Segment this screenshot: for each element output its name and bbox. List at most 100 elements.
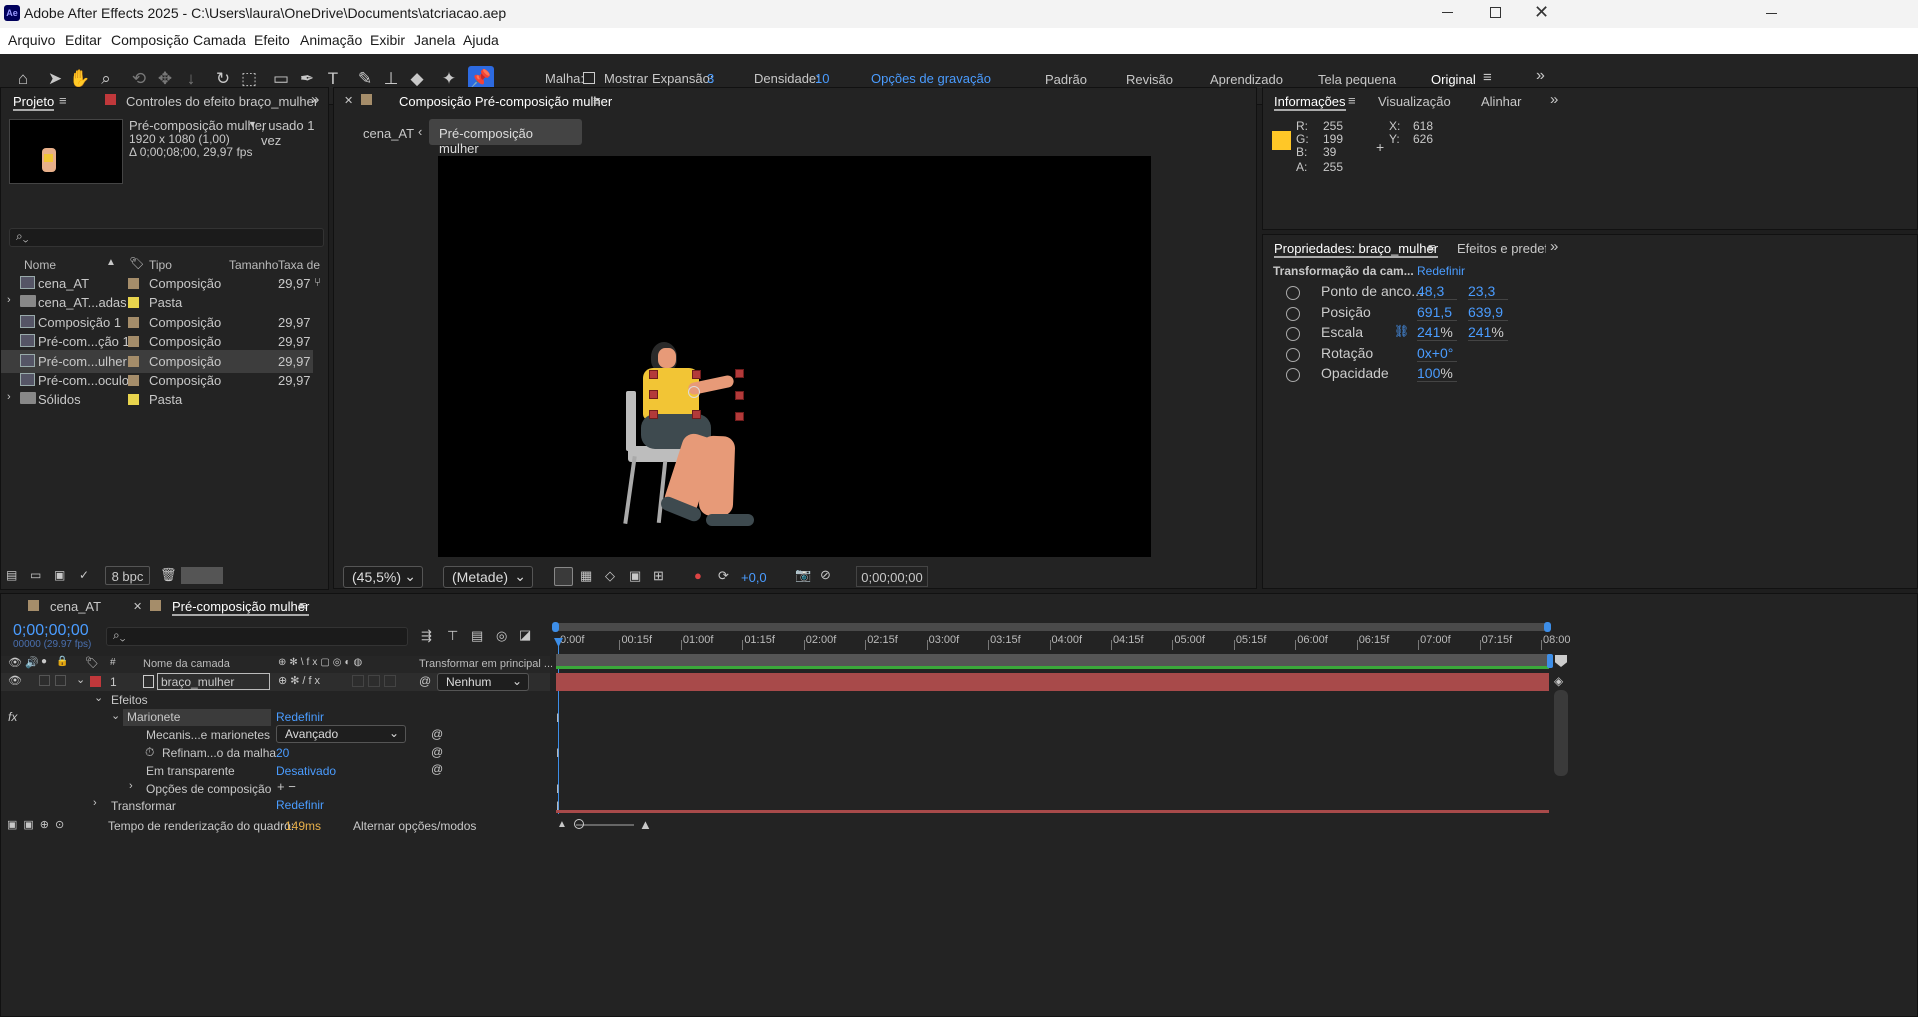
menu-exibir[interactable]: Exibir [370,32,405,48]
comp-options-expand-icon[interactable]: › [129,780,133,792]
tab-effects-presets[interactable]: Efeitos e predefini [1457,241,1546,256]
work-area-bar[interactable] [554,623,1549,631]
reset-exposure-icon[interactable]: ⟳ [718,568,729,584]
more-panels-icon[interactable]: » [1550,91,1558,108]
layer-expand-icon[interactable]: ⌄ [76,673,85,686]
item-dropdown-icon[interactable]: ▼ [248,119,257,129]
expand-arrow-icon[interactable]: › [7,294,11,306]
transform-section-label[interactable]: Transformação da cam... [1273,264,1414,278]
col-type[interactable]: Tipo [149,258,172,272]
range-end-handle[interactable] [1547,654,1553,668]
expand-arrow-icon[interactable]: › [7,391,11,403]
tab-preview[interactable]: Visualização [1378,94,1451,109]
project-row[interactable]: › Sólidos Pasta [1,388,313,411]
more-workspaces-icon[interactable]: » [1536,67,1545,85]
keyframe-marker[interactable]: I [556,711,559,725]
workspace-revisao[interactable]: Revisão [1126,72,1173,87]
adjust-icon[interactable]: ✓ [79,568,89,582]
new-comp-icon[interactable]: ▣ [54,568,65,582]
label-column-icon[interactable]: 🏷 [129,256,144,270]
puppet-expand-icon[interactable]: ⌄ [111,709,120,722]
menu-ajuda[interactable]: Ajuda [463,32,499,48]
comp-viewer[interactable] [438,156,1151,557]
label-color[interactable] [128,375,139,386]
property-value[interactable]: 23,3 [1468,283,1508,300]
menu-camada[interactable]: Camada [193,32,246,48]
layer-switches[interactable]: ⊕✻/fx [278,674,323,687]
parent-dropdown[interactable]: Nenhum ⌄ [437,673,529,691]
shy-layers-icon[interactable]: ▤ [471,628,483,644]
keyframe-marker[interactable]: I [556,746,559,760]
transform-expand-icon[interactable]: › [93,797,97,809]
project-item-name[interactable]: Pré-composição mulher [129,118,266,133]
label-col-icon[interactable]: 🏷 [85,656,99,669]
keyframe-marker[interactable]: I [556,799,559,813]
sort-asc-icon[interactable]: ▲ [106,257,116,268]
expression-icon[interactable]: @ [431,745,443,759]
puppet-pin[interactable] [735,391,744,400]
resolution-dropdown[interactable]: (Metade) ⌄ [443,566,533,588]
transparent-value[interactable]: Desativado [276,764,336,778]
workspace-menu-icon[interactable]: ≡ [1483,69,1492,86]
bpc-button[interactable]: 8 bpc [105,566,150,585]
close-button[interactable]: ✕ [1534,2,1549,23]
switch-box[interactable] [368,675,380,687]
menu-arquivo[interactable]: Arquivo [8,32,55,48]
stopwatch-icon[interactable] [1286,368,1300,382]
zoom-out-icon[interactable]: ▲ [557,819,567,830]
comp-menu-icon[interactable]: ≡ [593,93,601,108]
breadcrumb-parent[interactable]: cena_AT [363,126,414,141]
zoom-slider-knob[interactable] [574,819,584,829]
tab-align[interactable]: Alinhar [1481,94,1521,109]
layer-label-color[interactable] [90,676,101,687]
effects-expand-icon[interactable]: ⌄ [94,691,103,704]
frame-blending-icon[interactable]: ◎ [496,628,507,644]
new-folder-icon[interactable]: ▭ [30,568,41,582]
draft-3d-icon[interactable]: ⊤ [447,628,458,644]
puppet-pin[interactable] [649,390,658,399]
transform-label[interactable]: Transformar [111,799,176,813]
menu-efeito[interactable]: Efeito [254,32,290,48]
puppet-pin[interactable] [735,412,744,421]
expression-icon[interactable]: @ [431,727,443,741]
pickwhip-icon[interactable]: @ [419,674,431,688]
label-color[interactable] [128,316,139,328]
visibility-icon[interactable]: 👁 [8,656,22,669]
tab-composition[interactable]: Composição Pré-composição mulher [399,94,612,109]
keyframe-marker[interactable]: I [556,782,559,796]
label-color[interactable] [128,297,139,309]
col-parent[interactable]: Transformar em principal ... [419,658,553,670]
timeline-search-input[interactable]: ⌕⌄ [106,627,408,646]
flowchart-icon[interactable]: ⑂ [314,275,321,289]
switch-box[interactable] [352,675,364,687]
breadcrumb-current[interactable]: Pré-composição mulher [429,119,582,156]
comp-flowchart-icon[interactable]: ⇶ [421,628,432,644]
close-tab-icon[interactable]: ✕ [133,600,142,613]
mask-path-icon[interactable]: ◇ [605,568,615,584]
transform-reset-link[interactable]: Redefinir [276,798,324,812]
channels-icon[interactable]: ● [694,568,702,583]
tab-project[interactable]: Projeto [13,94,55,111]
interpret-footage-icon[interactable]: ▤ [6,568,17,582]
minimize-icon[interactable] [1442,12,1453,13]
tab-cena-at[interactable]: cena_AT [50,599,101,614]
anchor-point-icon[interactable] [688,386,700,398]
maximize-button[interactable] [1490,7,1501,18]
properties-menu-icon[interactable]: ≡ [1428,240,1436,255]
engine-dropdown[interactable]: Avançado ⌄ [276,725,406,743]
comp-marker-icon[interactable] [1555,655,1567,667]
menu-janela[interactable]: Janela [414,32,455,48]
property-value[interactable]: 639,9 [1468,304,1508,321]
tab-pre-composicao[interactable]: Pré-composição mulher [172,599,310,616]
minimize-button[interactable] [1766,13,1777,14]
region-of-interest-icon[interactable]: ▣ [629,568,641,584]
transform-reset-link[interactable]: Redefinir [1417,264,1465,278]
snapshot-icon[interactable]: 📷 [795,567,811,583]
effects-label[interactable]: Efeitos [111,693,148,707]
more-panels-icon[interactable]: » [1550,238,1558,255]
layer-duration-bar[interactable] [556,673,1549,691]
puppet-reset-link[interactable]: Redefinir [276,710,324,724]
layer-visibility-icon[interactable]: 👁 [8,674,22,687]
expansion-value[interactable]: 3 [707,71,714,86]
timeline-scrollbar[interactable] [1554,690,1568,776]
